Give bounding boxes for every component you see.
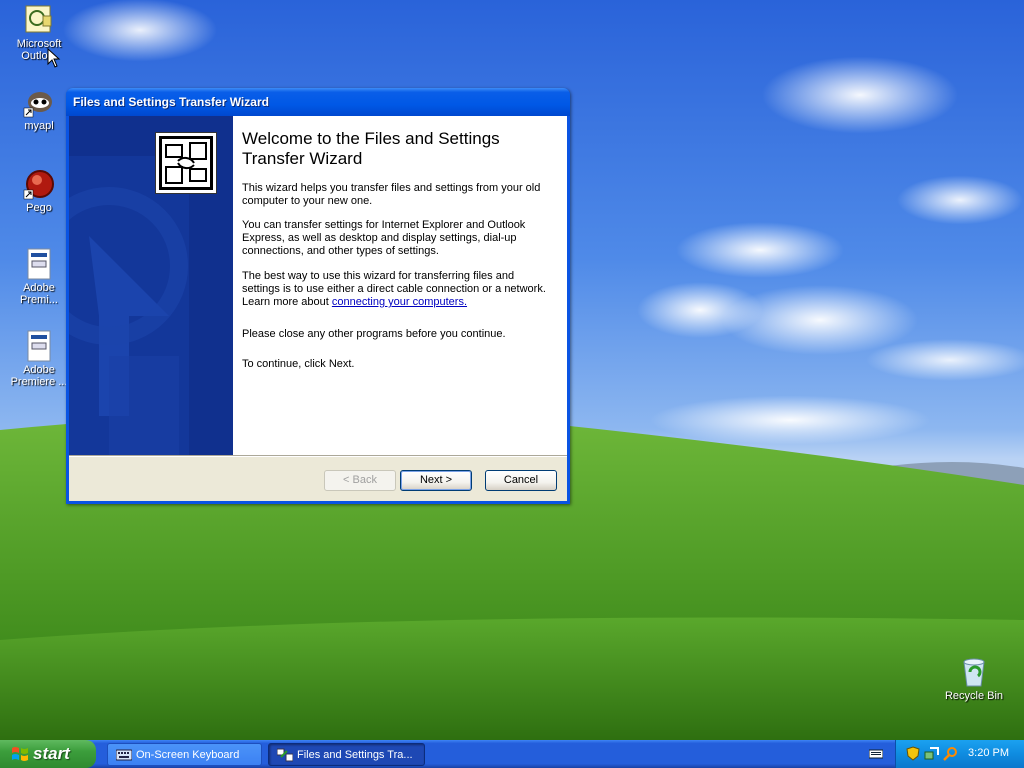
desktop-icon-recycle-bin[interactable]: Recycle Bin (936, 656, 1012, 702)
wizard-icon (277, 748, 293, 762)
task-label: On-Screen Keyboard (136, 749, 240, 761)
next-button[interactable]: Next > (400, 470, 472, 491)
system-tray: 3:20 PM (895, 740, 1024, 768)
wizard-window: Files and Settings Transfer Wizard Welco… (66, 88, 570, 504)
title-bar[interactable]: Files and Settings Transfer Wizard (66, 88, 570, 116)
transfer-wizard-icon (155, 132, 217, 194)
button-area-separator (69, 455, 567, 457)
windows-logo-icon (12, 747, 28, 761)
start-button[interactable]: start (0, 740, 96, 768)
connecting-computers-link[interactable]: connecting your computers. (332, 296, 467, 308)
search-magnifier-icon[interactable] (943, 746, 959, 761)
wizard-side-panel (69, 116, 233, 455)
cancel-button[interactable]: Cancel (485, 470, 557, 491)
recycle-bin-icon (958, 656, 990, 688)
taskbar: start On-Screen Keyboard Files and Setti… (0, 740, 1024, 768)
wizard-close-programs-text: Please close any other programs before y… (242, 328, 506, 340)
start-label: start (33, 744, 70, 763)
raccoon-icon (23, 86, 55, 118)
wizard-settings-text: You can transfer settings for Internet E… (242, 219, 526, 257)
back-button[interactable]: < Back (324, 470, 396, 491)
wizard-content: Welcome to the Files and Settings Transf… (233, 116, 567, 455)
mouse-cursor-icon (47, 48, 61, 68)
keyboard-language-icon[interactable] (869, 748, 883, 760)
desktop-icon-label: Recycle Bin (944, 690, 1004, 702)
outlook-icon (23, 4, 55, 36)
security-shield-icon[interactable] (906, 746, 920, 761)
wizard-client-area: Welcome to the Files and Settings Transf… (69, 116, 567, 501)
network-icon[interactable] (924, 746, 940, 761)
taskbar-button-transfer-wizard[interactable]: Files and Settings Tra... (268, 743, 425, 766)
document-icon (23, 330, 55, 362)
clock: 3:20 PM (968, 747, 1009, 759)
taskbar-button-on-screen-keyboard[interactable]: On-Screen Keyboard (107, 743, 262, 766)
task-label: Files and Settings Tra... (297, 749, 413, 761)
desktop-icon-outlook[interactable]: Microsoft Outlo... (1, 4, 77, 62)
wizard-connection-text: The best way to use this wizard for tran… (242, 270, 552, 309)
window-title: Files and Settings Transfer Wizard (73, 95, 269, 109)
desktop-icon-label: Microsoft Outlo... (16, 38, 62, 62)
wizard-continue-text: To continue, click Next. (242, 358, 355, 370)
document-icon (23, 248, 55, 280)
wizard-intro-text: This wizard helps you transfer files and… (242, 182, 541, 207)
pego-icon (23, 168, 55, 200)
keyboard-icon (116, 749, 132, 761)
wizard-heading: Welcome to the Files and Settings Transf… (242, 129, 500, 168)
